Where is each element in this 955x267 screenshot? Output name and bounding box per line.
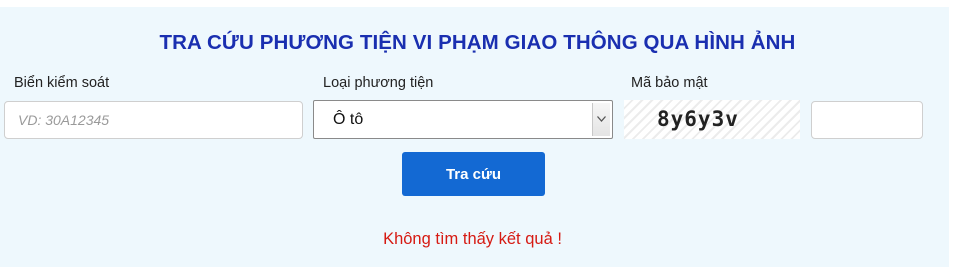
chevron-down-icon xyxy=(597,116,606,122)
vehicle-type-select[interactable]: Ô tô xyxy=(313,100,613,139)
no-result-message: Không tìm thấy kết quả ! xyxy=(383,230,562,248)
vehicle-type-selected-value: Ô tô xyxy=(333,111,364,128)
vehicle-type-label: Loại phương tiện xyxy=(323,75,434,91)
plate-label: Biển kiểm soát xyxy=(14,75,110,91)
captcha-code: 8y6y3v xyxy=(657,107,739,131)
captcha-input[interactable] xyxy=(811,101,923,139)
dropdown-arrow-button[interactable] xyxy=(592,103,610,136)
search-button[interactable]: Tra cứu xyxy=(402,152,545,196)
captcha-label: Mã bảo mật xyxy=(631,75,708,91)
captcha-image: 8y6y3v xyxy=(624,100,800,139)
page-title: TRA CỨU PHƯƠNG TIỆN VI PHẠM GIAO THÔNG Q… xyxy=(159,31,796,54)
plate-input[interactable] xyxy=(4,101,303,139)
